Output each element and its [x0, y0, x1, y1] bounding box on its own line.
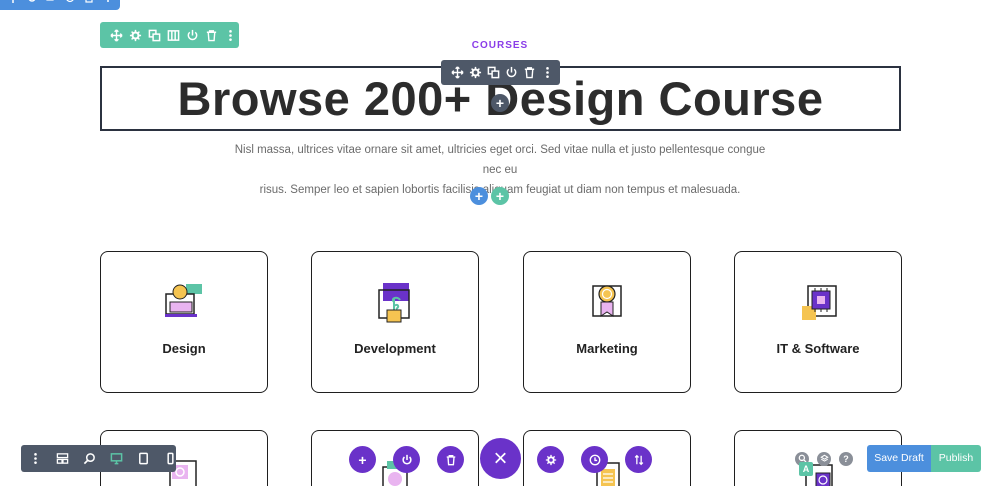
course-card[interactable]: Marketing [523, 251, 691, 393]
add-module-button[interactable]: + [491, 94, 509, 112]
move-icon[interactable] [8, 0, 18, 8]
badge: A [799, 462, 813, 476]
power-button[interactable] [393, 446, 420, 473]
clock-icon [589, 454, 600, 465]
phone-icon[interactable] [164, 452, 177, 465]
description-line: Nisl massa, ultrices vitae ornare sit am… [234, 144, 766, 176]
add-row-button[interactable]: + [470, 187, 488, 205]
history-button[interactable] [581, 446, 608, 473]
view-mode-toolbar[interactable] [21, 445, 176, 472]
course-card[interactable]: IT & Software [734, 251, 902, 393]
settings-button[interactable] [537, 446, 564, 473]
card-label: Development [354, 341, 436, 356]
power-icon[interactable] [505, 66, 518, 79]
trash-icon[interactable] [523, 66, 536, 79]
module-toolbar[interactable] [441, 60, 560, 85]
trash-icon[interactable] [84, 0, 94, 8]
eyebrow-text: COURSES [471, 40, 529, 51]
publish-button[interactable]: Publish [931, 445, 981, 472]
power-icon [401, 454, 412, 464]
gear-icon[interactable] [469, 66, 482, 79]
close-button[interactable]: × [480, 438, 521, 479]
course-card[interactable]: Design [100, 251, 268, 393]
design-icon [165, 284, 202, 317]
it-software-icon [802, 285, 837, 320]
course-card[interactable]: Development [311, 251, 479, 393]
zoom-icon[interactable] [83, 452, 96, 465]
wireframe-icon[interactable] [56, 452, 69, 465]
add-section-button[interactable]: + [491, 187, 509, 205]
marketing-icon [592, 285, 622, 317]
top-row-toolbar[interactable] [0, 0, 120, 10]
page: COURSES Browse 200+ Design Course + Nisl… [0, 0, 1000, 486]
move-icon[interactable] [451, 66, 464, 79]
portability-button[interactable] [625, 446, 652, 473]
layers-icon [819, 454, 829, 462]
duplicate-icon[interactable] [487, 66, 500, 79]
more-icon[interactable] [103, 0, 113, 8]
power-icon[interactable] [65, 0, 75, 8]
sort-arrows-icon [634, 454, 643, 465]
more-icon[interactable] [29, 452, 42, 465]
add-button[interactable]: + [349, 446, 376, 473]
tablet-icon[interactable] [137, 452, 150, 465]
desktop-icon[interactable] [110, 452, 123, 465]
card-label: Design [162, 341, 206, 356]
card-label: IT & Software [776, 341, 860, 356]
duplicate-icon[interactable] [46, 0, 56, 8]
layers-button[interactable] [817, 452, 831, 466]
gear-icon[interactable] [27, 0, 37, 8]
help-button[interactable]: ? [839, 452, 853, 466]
more-icon[interactable] [541, 66, 554, 79]
development-icon [378, 283, 410, 323]
trash-button[interactable] [437, 446, 464, 473]
gear-icon [545, 454, 556, 465]
card-label: Marketing [576, 341, 638, 356]
save-draft-button[interactable]: Save Draft [867, 445, 931, 472]
trash-icon [446, 454, 455, 465]
